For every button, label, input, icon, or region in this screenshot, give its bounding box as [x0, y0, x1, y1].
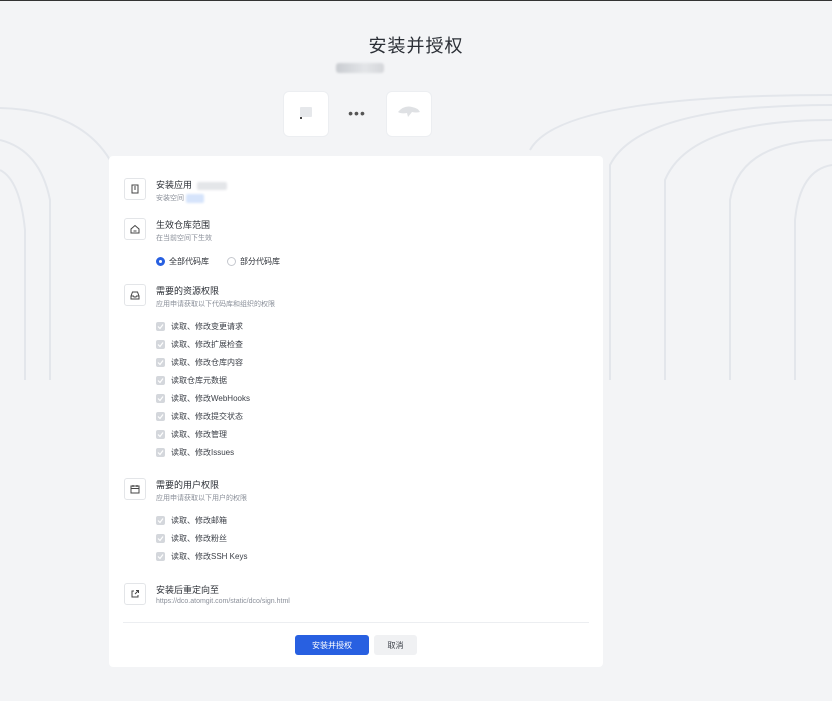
- checkbox-disabled: [156, 430, 165, 439]
- permission-item: 读取、修改管理: [156, 429, 227, 440]
- permission-item: 读取、修改变更请求: [156, 321, 243, 332]
- radio-some-repos[interactable]: 部分代码库: [227, 256, 280, 267]
- checkbox-disabled: [156, 552, 165, 561]
- checkbox-disabled: [156, 516, 165, 525]
- install-authorize-button[interactable]: 安装并授权: [295, 635, 369, 655]
- inbox-icon: [124, 284, 146, 306]
- permission-item: 读取、修改提交状态: [156, 411, 243, 422]
- repo-scope-desc: 在当前空间下生效: [156, 235, 212, 242]
- checkbox-disabled: [156, 376, 165, 385]
- page-title: 安装并授权: [368, 36, 464, 56]
- checkbox-disabled: [156, 534, 165, 543]
- user-perms-title: 需要的用户权限: [156, 480, 220, 490]
- install-app-title: 安装应用: [156, 178, 227, 191]
- permission-item: 读取、修改WebHooks: [156, 393, 250, 404]
- repo-scope-title: 生效仓库范围: [156, 220, 211, 230]
- radio-some-repos-label: 部分代码库: [240, 257, 280, 266]
- checkbox-disabled: [156, 322, 165, 331]
- app-logo-card: [386, 91, 432, 137]
- radio-all-repos-label: 全部代码库: [169, 257, 209, 266]
- checkbox-disabled: [156, 412, 165, 421]
- home-icon: [124, 218, 146, 240]
- connector-dots: •••: [348, 105, 366, 121]
- checkbox-disabled: [156, 448, 165, 457]
- calendar-icon: [124, 478, 146, 500]
- building-icon: [124, 178, 146, 200]
- permission-item: 读取仓库元数据: [156, 375, 227, 386]
- redirect-title: 安装后重定向至: [156, 585, 220, 595]
- external-link-icon: [124, 583, 146, 605]
- resource-perms-desc: 应用申请获取以下代码库和组织的权限: [156, 301, 275, 308]
- radio-unselected-indicator: [227, 257, 236, 266]
- divider: [123, 622, 589, 623]
- install-space-desc: 安装空间: [156, 193, 204, 203]
- radio-selected-indicator: [156, 257, 165, 266]
- space-name-blur: [185, 193, 204, 203]
- permission-item: 读取、修改仓库内容: [156, 357, 243, 368]
- app-name-redacted: [336, 63, 384, 73]
- permission-item: 读取、修改扩展检查: [156, 339, 243, 350]
- permission-item: 读取、修改SSH Keys: [156, 551, 247, 562]
- checkbox-disabled: [156, 394, 165, 403]
- checkbox-disabled: [156, 358, 165, 367]
- authorization-panel: 安装应用 安装空间 生效仓库范围 在当前空间下生效 全部代码库 部分代码库 需要…: [109, 156, 603, 667]
- redirect-url: https://dco.atomgit.com/static/dco/sign.…: [156, 598, 290, 605]
- permission-item: 读取、修改Issues: [156, 447, 234, 458]
- cancel-button[interactable]: 取消: [374, 635, 417, 655]
- radio-all-repos[interactable]: 全部代码库: [156, 256, 209, 267]
- platform-icon: [297, 105, 315, 124]
- permission-item: 读取、修改邮箱: [156, 515, 227, 526]
- resource-perms-title: 需要的资源权限: [156, 286, 220, 296]
- checkbox-disabled: [156, 340, 165, 349]
- app-logo-icon: [396, 104, 422, 125]
- user-perms-desc: 应用申请获取以下用户的权限: [156, 495, 247, 502]
- app-name-blur: [196, 181, 227, 190]
- platform-logo-card: [283, 91, 329, 137]
- permission-item: 读取、修改粉丝: [156, 533, 227, 544]
